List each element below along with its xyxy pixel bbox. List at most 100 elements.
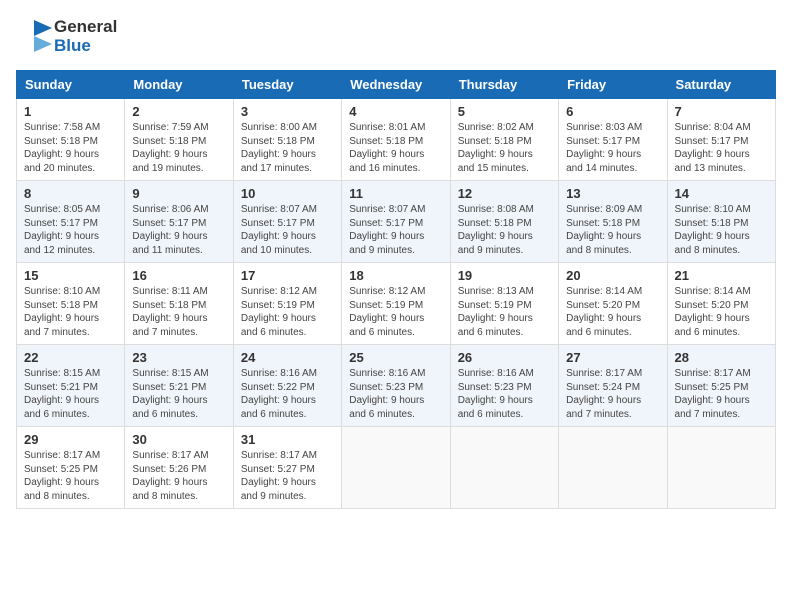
day-info: Sunrise: 8:15 AMSunset: 5:21 PMDaylight:… <box>24 367 117 421</box>
day-number: 15 <box>24 268 117 283</box>
day-number: 16 <box>132 268 225 283</box>
day-number: 26 <box>458 350 551 365</box>
calendar-day-cell: 26 Sunrise: 8:16 AMSunset: 5:23 PMDayligh… <box>450 345 558 427</box>
calendar-day-cell: 29 Sunrise: 8:17 AMSunset: 5:25 PMDayligh… <box>17 427 125 509</box>
calendar-day-cell: 18 Sunrise: 8:12 AMSunset: 5:19 PMDayligh… <box>342 263 450 345</box>
calendar-week-row: 15Sunrise: 8:10 AMSunset: 5:18 PMDayligh… <box>17 263 776 345</box>
calendar-week-row: 29 Sunrise: 8:17 AMSunset: 5:25 PMDayligh… <box>17 427 776 509</box>
day-info: Sunrise: 8:16 AMSunset: 5:23 PMDaylight:… <box>458 367 551 421</box>
day-info: Sunrise: 8:12 AMSunset: 5:19 PMDaylight:… <box>349 285 442 339</box>
day-info: Sunrise: 8:17 AMSunset: 5:26 PMDaylight:… <box>132 449 225 503</box>
calendar-day-cell: 17 Sunrise: 8:12 AMSunset: 5:19 PMDayligh… <box>233 263 341 345</box>
day-number: 17 <box>241 268 334 283</box>
day-info: Sunrise: 8:13 AMSunset: 5:19 PMDaylight:… <box>458 285 551 339</box>
day-number: 1 <box>24 104 117 119</box>
calendar-day-cell <box>342 427 450 509</box>
calendar-table: SundayMondayTuesdayWednesdayThursdayFrid… <box>16 70 776 509</box>
calendar-day-cell <box>450 427 558 509</box>
calendar-day-cell: 31 Sunrise: 8:17 AMSunset: 5:27 PMDayligh… <box>233 427 341 509</box>
weekday-header-saturday: Saturday <box>667 71 775 99</box>
day-number: 19 <box>458 268 551 283</box>
logo-general: General <box>54 18 117 37</box>
calendar-day-cell: 20Sunrise: 8:14 AMSunset: 5:20 PMDayligh… <box>559 263 667 345</box>
calendar-day-cell: 11 Sunrise: 8:07 AMSunset: 5:17 PMDayligh… <box>342 181 450 263</box>
day-number: 12 <box>458 186 551 201</box>
day-number: 8 <box>24 186 117 201</box>
calendar-header: SundayMondayTuesdayWednesdayThursdayFrid… <box>17 71 776 99</box>
day-info: Sunrise: 8:07 AMSunset: 5:17 PMDaylight:… <box>241 203 334 257</box>
calendar-day-cell: 28 Sunrise: 8:17 AMSunset: 5:25 PMDayligh… <box>667 345 775 427</box>
day-info: Sunrise: 8:12 AMSunset: 5:19 PMDaylight:… <box>241 285 334 339</box>
day-info: Sunrise: 8:05 AMSunset: 5:17 PMDaylight:… <box>24 203 117 257</box>
logo-blue: Blue <box>54 37 117 56</box>
logo-flag-icon <box>16 16 54 58</box>
day-number: 29 <box>24 432 117 447</box>
day-info: Sunrise: 7:58 AMSunset: 5:18 PMDaylight:… <box>24 121 117 175</box>
day-number: 2 <box>132 104 225 119</box>
calendar-day-cell: 23Sunrise: 8:15 AMSunset: 5:21 PMDayligh… <box>125 345 233 427</box>
day-number: 25 <box>349 350 442 365</box>
calendar-day-cell: 2 Sunrise: 7:59 AMSunset: 5:18 PMDaylight… <box>125 99 233 181</box>
calendar-day-cell: 13 Sunrise: 8:09 AMSunset: 5:18 PMDayligh… <box>559 181 667 263</box>
day-info: Sunrise: 8:17 AMSunset: 5:27 PMDaylight:… <box>241 449 334 503</box>
day-number: 13 <box>566 186 659 201</box>
calendar-week-row: 1 Sunrise: 7:58 AMSunset: 5:18 PMDaylight… <box>17 99 776 181</box>
calendar-day-cell: 6 Sunrise: 8:03 AMSunset: 5:17 PMDaylight… <box>559 99 667 181</box>
calendar-day-cell: 21Sunrise: 8:14 AMSunset: 5:20 PMDayligh… <box>667 263 775 345</box>
calendar-week-row: 22 Sunrise: 8:15 AMSunset: 5:21 PMDayligh… <box>17 345 776 427</box>
calendar-day-cell: 25 Sunrise: 8:16 AMSunset: 5:23 PMDayligh… <box>342 345 450 427</box>
calendar-day-cell <box>559 427 667 509</box>
day-info: Sunrise: 8:08 AMSunset: 5:18 PMDaylight:… <box>458 203 551 257</box>
calendar-day-cell: 9 Sunrise: 8:06 AMSunset: 5:17 PMDaylight… <box>125 181 233 263</box>
weekday-header-tuesday: Tuesday <box>233 71 341 99</box>
calendar-day-cell: 27 Sunrise: 8:17 AMSunset: 5:24 PMDayligh… <box>559 345 667 427</box>
weekday-header-thursday: Thursday <box>450 71 558 99</box>
day-number: 5 <box>458 104 551 119</box>
day-number: 11 <box>349 186 442 201</box>
day-info: Sunrise: 8:01 AMSunset: 5:18 PMDaylight:… <box>349 121 442 175</box>
day-number: 3 <box>241 104 334 119</box>
calendar-day-cell <box>667 427 775 509</box>
weekday-header-sunday: Sunday <box>17 71 125 99</box>
day-info: Sunrise: 8:17 AMSunset: 5:25 PMDaylight:… <box>24 449 117 503</box>
calendar-day-cell: 1 Sunrise: 7:58 AMSunset: 5:18 PMDaylight… <box>17 99 125 181</box>
day-info: Sunrise: 8:09 AMSunset: 5:18 PMDaylight:… <box>566 203 659 257</box>
day-info: Sunrise: 8:16 AMSunset: 5:22 PMDaylight:… <box>241 367 334 421</box>
calendar-day-cell: 22 Sunrise: 8:15 AMSunset: 5:21 PMDayligh… <box>17 345 125 427</box>
header: General Blue <box>16 16 776 62</box>
day-info: Sunrise: 8:06 AMSunset: 5:17 PMDaylight:… <box>132 203 225 257</box>
day-info: Sunrise: 8:02 AMSunset: 5:18 PMDaylight:… <box>458 121 551 175</box>
day-number: 27 <box>566 350 659 365</box>
day-number: 31 <box>241 432 334 447</box>
day-info: Sunrise: 8:17 AMSunset: 5:25 PMDaylight:… <box>675 367 768 421</box>
weekday-header-friday: Friday <box>559 71 667 99</box>
calendar-day-cell: 7Sunrise: 8:04 AMSunset: 5:17 PMDaylight… <box>667 99 775 181</box>
day-info: Sunrise: 8:14 AMSunset: 5:20 PMDaylight:… <box>566 285 659 339</box>
day-number: 21 <box>675 268 768 283</box>
calendar-day-cell: 30 Sunrise: 8:17 AMSunset: 5:26 PMDayligh… <box>125 427 233 509</box>
logo-wrap: General Blue <box>16 16 117 58</box>
logo: General Blue <box>16 16 117 58</box>
calendar-day-cell: 14Sunrise: 8:10 AMSunset: 5:18 PMDayligh… <box>667 181 775 263</box>
day-number: 18 <box>349 268 442 283</box>
calendar-day-cell: 24 Sunrise: 8:16 AMSunset: 5:22 PMDayligh… <box>233 345 341 427</box>
day-info: Sunrise: 8:15 AMSunset: 5:21 PMDaylight:… <box>132 367 225 421</box>
day-number: 24 <box>241 350 334 365</box>
calendar-week-row: 8 Sunrise: 8:05 AMSunset: 5:17 PMDaylight… <box>17 181 776 263</box>
day-number: 9 <box>132 186 225 201</box>
calendar-day-cell: 10Sunrise: 8:07 AMSunset: 5:17 PMDayligh… <box>233 181 341 263</box>
day-info: Sunrise: 8:07 AMSunset: 5:17 PMDaylight:… <box>349 203 442 257</box>
day-number: 30 <box>132 432 225 447</box>
calendar-day-cell: 8 Sunrise: 8:05 AMSunset: 5:17 PMDaylight… <box>17 181 125 263</box>
day-info: Sunrise: 8:17 AMSunset: 5:24 PMDaylight:… <box>566 367 659 421</box>
day-number: 6 <box>566 104 659 119</box>
day-info: Sunrise: 8:03 AMSunset: 5:17 PMDaylight:… <box>566 121 659 175</box>
calendar-day-cell: 12 Sunrise: 8:08 AMSunset: 5:18 PMDayligh… <box>450 181 558 263</box>
calendar-day-cell: 15Sunrise: 8:10 AMSunset: 5:18 PMDayligh… <box>17 263 125 345</box>
day-number: 28 <box>675 350 768 365</box>
day-info: Sunrise: 8:00 AMSunset: 5:18 PMDaylight:… <box>241 121 334 175</box>
weekday-header-monday: Monday <box>125 71 233 99</box>
day-info: Sunrise: 8:16 AMSunset: 5:23 PMDaylight:… <box>349 367 442 421</box>
day-number: 22 <box>24 350 117 365</box>
day-info: Sunrise: 7:59 AMSunset: 5:18 PMDaylight:… <box>132 121 225 175</box>
